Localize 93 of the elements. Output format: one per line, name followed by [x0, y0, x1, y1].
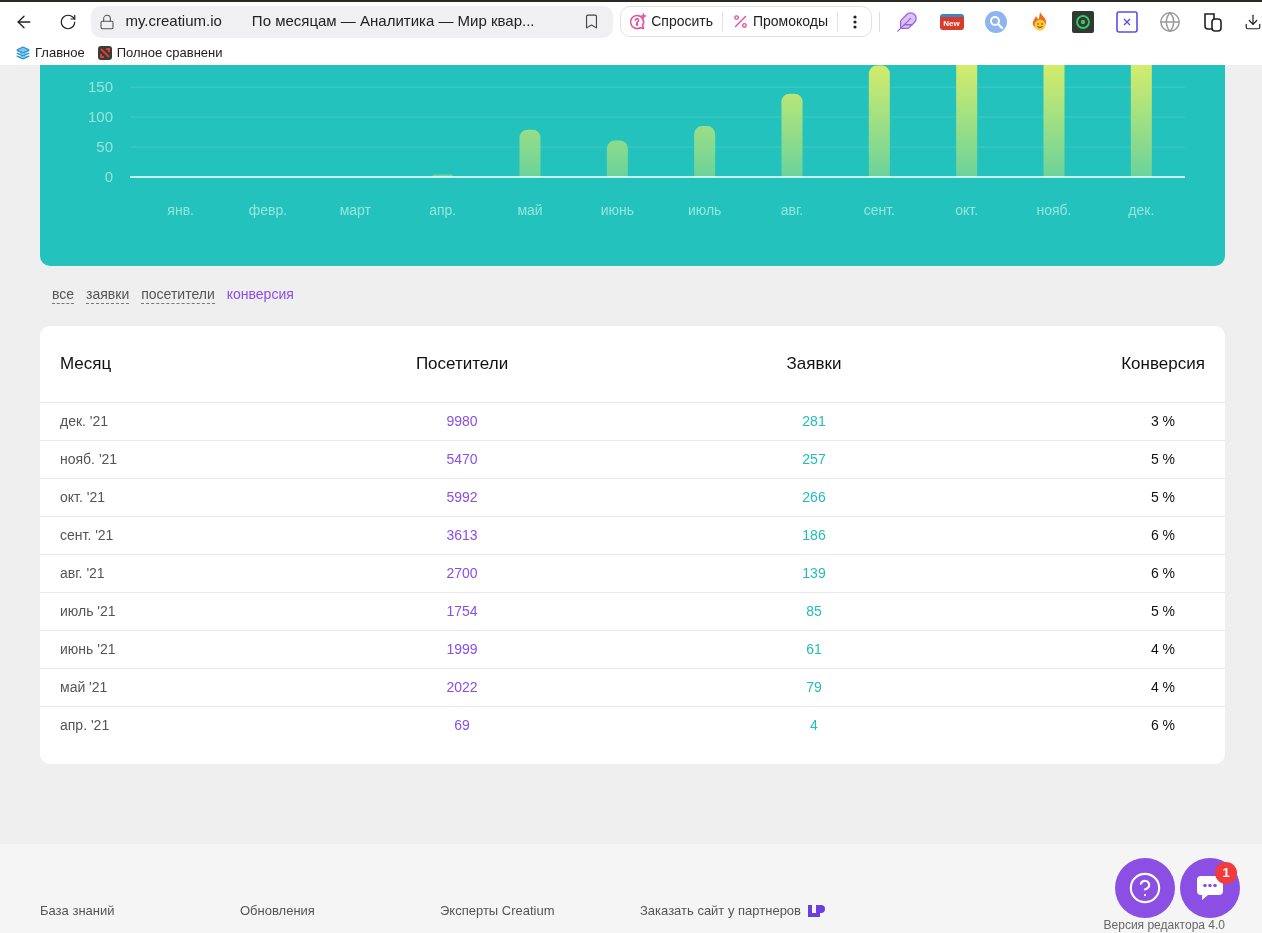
toolbar-button[interactable]: Промокоды [732, 11, 829, 32]
table-cell-text: 6 % [1149, 526, 1177, 545]
table-cell-text: июль '21 [60, 602, 117, 621]
x-axis-label: сент. [863, 202, 895, 218]
filter-tab[interactable]: заявки [86, 285, 130, 304]
table-cell-text: май '21 [60, 678, 109, 697]
more-icon [853, 14, 858, 29]
table-cell-text: 6 % [1149, 564, 1177, 583]
download-icon[interactable] [1244, 12, 1262, 31]
footer-link[interactable]: Заказать сайт у партнеров [640, 903, 827, 919]
chat-icon [1196, 875, 1224, 901]
footer-link[interactable]: Эксперты Creatium [440, 903, 555, 919]
table-cell-text: 281 [801, 412, 827, 431]
table-cell-text: 5 % [1149, 450, 1177, 469]
help-icon [1128, 871, 1162, 905]
bookmark-link[interactable]: Главное [16, 43, 85, 63]
filter-tab[interactable]: все [52, 285, 75, 304]
extension-button[interactable]: New [939, 13, 964, 30]
panel-icon[interactable] [1202, 10, 1223, 33]
table-cell-text: 266 [801, 488, 827, 507]
bar [694, 126, 716, 177]
table-cell-text: 2022 [445, 678, 479, 697]
y-axis-label: 100 [87, 108, 113, 126]
table-cell-text: 139 [801, 564, 827, 583]
table-cell-text: 5 % [1149, 488, 1177, 507]
x-axis-label: май [517, 202, 543, 218]
table-cell-text: окт. '21 [60, 488, 106, 507]
column-header: Посетители [414, 353, 510, 376]
table-cell-text: июнь '21 [60, 640, 117, 659]
table-cell-text: 5470 [445, 450, 479, 469]
toolbar-button[interactable]: Спросить [629, 11, 713, 32]
table-cell-text: дек. '21 [60, 412, 110, 431]
bar [519, 129, 541, 177]
address-bar[interactable]: my.creatium.io По месяцам — Аналитика — Мир квар... [91, 5, 614, 38]
version-text: Версия редактора 4.0 [1103, 919, 1225, 932]
table-cell-text: 79 [805, 678, 823, 697]
table-cell-text: 5992 [445, 488, 479, 507]
x-axis-label: янв. [167, 202, 194, 218]
feather-icon[interactable] [896, 10, 918, 33]
x-axis-label: февр. [248, 202, 288, 218]
x-axis-label: нояб. [1036, 202, 1072, 218]
table-cell-text: сент. '21 [60, 526, 115, 545]
x-axis-label: июнь [600, 202, 634, 218]
table-cell-text: 4 [809, 716, 819, 735]
speech-bubble-icon [629, 12, 648, 31]
table-cell-text: 3 % [1149, 412, 1177, 431]
x-axis-label: апр. [429, 202, 457, 218]
page-title: По месяцам — Аналитика — Мир квар... [251, 11, 535, 32]
partner-logo-icon [807, 904, 827, 918]
x-axis-label: июль [687, 202, 722, 218]
x-axis-label: авг. [780, 202, 804, 218]
table-cell-text: 6 % [1149, 716, 1177, 735]
table-cell-text: 4 % [1149, 640, 1177, 659]
footer-link[interactable]: Обновления [240, 903, 315, 919]
close-icon[interactable] [1115, 10, 1138, 33]
target-icon[interactable] [1072, 10, 1094, 33]
table-cell-text: нояб. '21 [60, 450, 119, 469]
y-axis-label: 0 [104, 168, 113, 185]
y-axis-label: 50 [96, 138, 113, 156]
table-cell-text: 5 % [1149, 602, 1177, 621]
y-axis-label: 150 [87, 78, 113, 96]
table-cell-text: 61 [805, 640, 823, 659]
table-cell-text: апр. '21 [60, 716, 111, 735]
layers-icon [16, 46, 30, 60]
lock-icon [99, 13, 116, 30]
table-cell-text: 85 [805, 602, 823, 621]
percent-icon [732, 13, 749, 30]
x-axis-label: март [339, 202, 371, 218]
table-cell-text: 257 [801, 450, 827, 469]
footer-link[interactable]: База знаний [40, 903, 115, 919]
column-header: Месяц [60, 353, 113, 376]
reload-icon [58, 12, 77, 31]
x-axis-label: окт. [955, 202, 979, 218]
filter-tab[interactable]: конверсия [226, 285, 294, 304]
bar [606, 140, 628, 177]
table-cell-text: 1999 [445, 640, 479, 659]
table-cell-text: 1754 [445, 602, 479, 621]
table-cell-text: 3613 [445, 526, 479, 545]
table-cell-text: 9980 [445, 412, 479, 431]
bookmark-link[interactable]: Полное сравнени [97, 43, 223, 63]
url-text: my.creatium.io [125, 11, 222, 32]
column-header: Заявки [785, 353, 843, 376]
table-cell-text: 2700 [445, 564, 479, 583]
column-header: Конверсия [1120, 353, 1206, 376]
table-cell-text: 69 [453, 716, 471, 735]
table-cell-text: 186 [801, 526, 827, 545]
globe-icon[interactable] [1159, 10, 1181, 33]
game-logo-icon [97, 46, 112, 60]
bar [432, 174, 454, 177]
x-axis-label: дек. [1128, 202, 1155, 218]
filter-tab[interactable]: посетители [141, 285, 215, 304]
table-cell-text: авг. '21 [60, 564, 106, 583]
table-cell-text: 4 % [1149, 678, 1177, 697]
